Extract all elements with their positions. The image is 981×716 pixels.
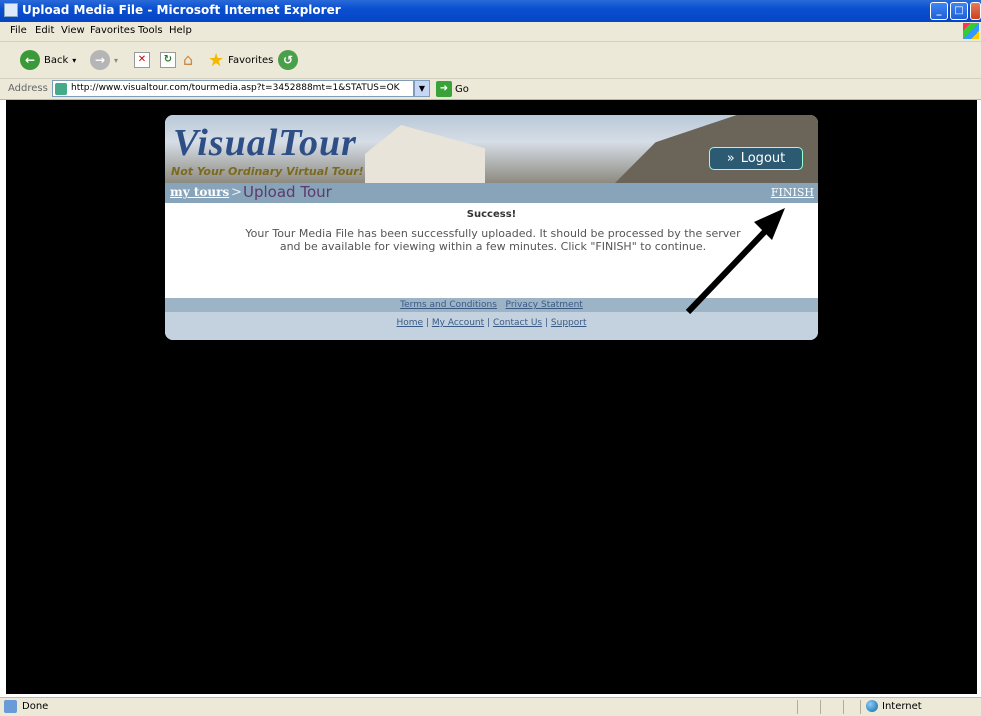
go-arrow-icon: ➜ (436, 81, 452, 97)
back-dropdown-icon: ▾ (72, 55, 77, 65)
address-dropdown-icon[interactable]: ▼ (414, 80, 430, 97)
maximize-button[interactable]: □ (950, 2, 968, 20)
status-divider (860, 700, 861, 714)
annotation-arrow-shaft (685, 219, 777, 315)
menu-edit[interactable]: Edit (35, 25, 54, 36)
address-input[interactable]: http://www.visualtour.com/tourmedia.asp?… (52, 80, 414, 97)
status-page-icon (4, 700, 17, 713)
page-viewport: VisualTour Not Your Ordinary Virtual Tou… (6, 100, 977, 694)
favorites-label: Favorites (228, 55, 274, 66)
page-icon (55, 83, 67, 95)
address-bar: Address http://www.visualtour.com/tourme… (0, 79, 981, 100)
forward-dropdown-icon: ▾ (114, 55, 119, 65)
status-divider (797, 700, 798, 714)
back-button[interactable]: ← Back ▾ (20, 50, 76, 70)
forward-button[interactable]: → ▾ (90, 50, 118, 70)
forward-arrow-icon: → (90, 50, 110, 70)
title-bar: Upload Media File - Microsoft Internet E… (0, 0, 981, 22)
address-label: Address (8, 83, 48, 94)
menu-favorites[interactable]: Favorites (90, 25, 135, 36)
menu-file[interactable]: File (10, 25, 27, 36)
status-divider (820, 700, 821, 714)
annotation-arrow (685, 208, 785, 315)
security-zone: Internet (866, 700, 922, 712)
menu-view[interactable]: View (61, 25, 85, 36)
zone-label: Internet (882, 700, 922, 712)
favorites-button[interactable]: ★ Favorites (208, 50, 273, 71)
menu-help[interactable]: Help (169, 25, 192, 36)
history-icon[interactable]: ↺ (278, 50, 298, 70)
refresh-icon[interactable]: ↻ (160, 52, 176, 68)
toolbar: ← Back ▾ → ▾ ✕ ↻ ⌂ ★ Favorites ↺ (0, 42, 981, 79)
windows-logo-icon (963, 23, 979, 39)
star-icon: ★ (208, 50, 225, 71)
minimize-button[interactable]: _ (930, 2, 948, 20)
home-icon[interactable]: ⌂ (183, 50, 193, 69)
menu-bar: File Edit View Favorites Tools Help (0, 22, 981, 42)
menu-tools[interactable]: Tools (138, 25, 163, 36)
status-text: Done (22, 701, 49, 712)
window-title: Upload Media File - Microsoft Internet E… (22, 3, 341, 17)
status-bar: Done Internet (0, 697, 981, 716)
ie-app-icon (4, 3, 18, 17)
go-label: Go (455, 83, 469, 95)
back-label: Back (44, 54, 69, 66)
stop-icon[interactable]: ✕ (134, 52, 150, 68)
status-divider (843, 700, 844, 714)
go-button[interactable]: ➜ Go (436, 81, 469, 97)
close-button[interactable] (970, 2, 981, 20)
back-arrow-icon: ← (20, 50, 40, 70)
address-url: http://www.visualtour.com/tourmedia.asp?… (71, 83, 400, 93)
globe-icon (866, 700, 878, 712)
